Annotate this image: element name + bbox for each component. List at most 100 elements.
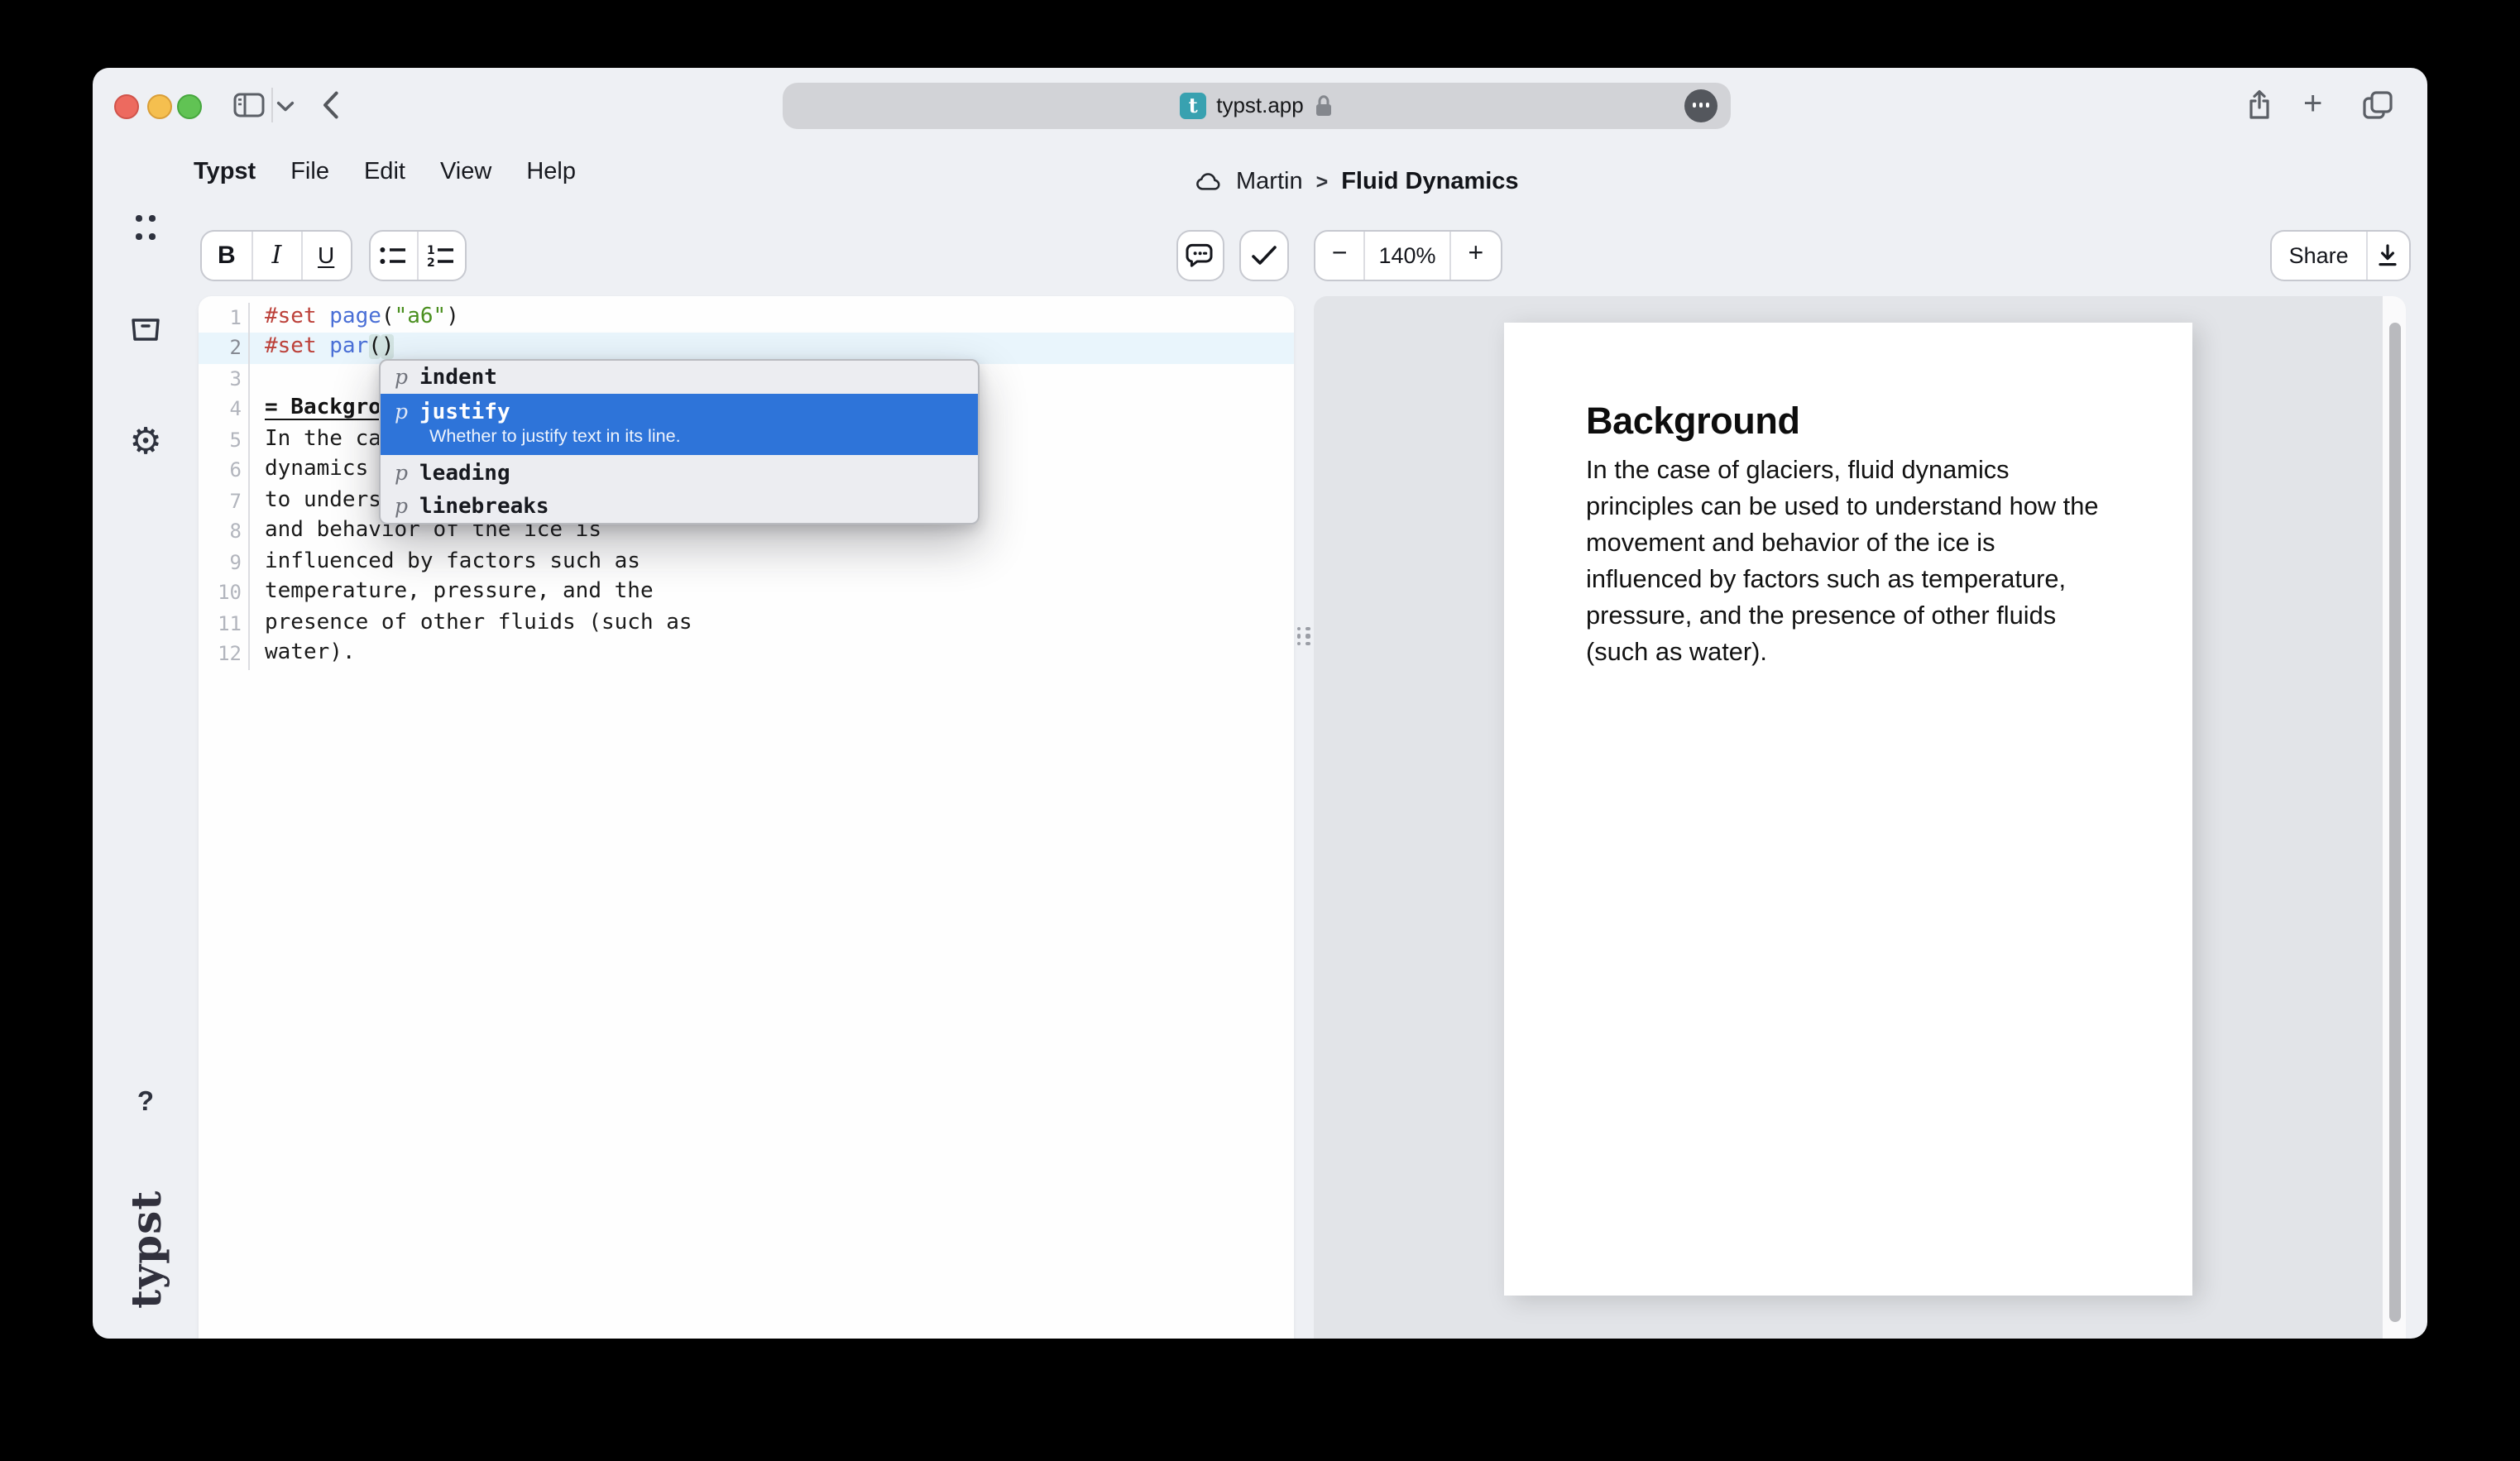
address-bar-more-button[interactable] (1684, 89, 1718, 122)
breadcrumb: Martin > Fluid Dynamics (1195, 165, 1519, 197)
autocomplete-item-leading[interactable]: p leading (380, 455, 977, 489)
line-number: 12 (199, 639, 250, 669)
code-line-text: water). (250, 639, 356, 669)
url-host: typst.app (1216, 93, 1304, 117)
preview-heading: Background (1586, 400, 2116, 443)
close-window-button[interactable] (114, 94, 139, 119)
autocomplete-item-justify[interactable]: pjustifyWhether to justify text in its l… (380, 394, 977, 455)
tabs-icon (2363, 91, 2393, 119)
code-line-text: influenced by factors such as (250, 547, 640, 577)
box-icon (131, 318, 160, 342)
tab-overview-button[interactable] (2363, 91, 2393, 119)
code-line-11[interactable]: 11presence of other fluids (such as (199, 608, 1293, 639)
app-menubar: Typst File Edit View Help (194, 156, 576, 189)
menu-view[interactable]: View (440, 159, 491, 185)
preview-scrollbar-thumb[interactable] (2388, 322, 2401, 1321)
sidebar-dropdown-button[interactable] (276, 100, 295, 112)
breadcrumb-document[interactable]: Fluid Dynamics (1341, 168, 1518, 194)
breadcrumb-workspace[interactable]: Martin (1236, 168, 1303, 194)
line-number: 3 (199, 363, 250, 394)
menu-file[interactable]: File (290, 159, 329, 185)
share-page-button[interactable] (2245, 89, 2273, 121)
autocomplete-dropdown: pindentpjustifyWhether to justify text i… (378, 358, 979, 525)
menu-typst[interactable]: Typst (194, 159, 256, 185)
code-line-9[interactable]: 9influenced by factors such as (199, 547, 1293, 577)
preview-page: Background In the case of glaciers, flui… (1504, 322, 2192, 1296)
italic-button[interactable]: I (252, 231, 301, 279)
code-line-12[interactable]: 12water). (199, 639, 1293, 669)
sidebar-toggle-button[interactable] (233, 93, 265, 117)
line-number: 8 (199, 516, 250, 547)
settings-button[interactable]: ⚙ (126, 422, 165, 465)
cloud-icon (1195, 170, 1223, 192)
preview-panel: Background In the case of glaciers, flui… (1313, 295, 2406, 1339)
typst-logo: typst (122, 1186, 169, 1309)
underline-button[interactable]: U (300, 231, 350, 279)
svg-text:1: 1 (427, 244, 435, 256)
parameter-icon: p (395, 459, 408, 484)
code-line-text: #set page("a6") (250, 302, 459, 333)
autocomplete-item-linebreaks[interactable]: p linebreaks (380, 489, 977, 523)
chevron-down-icon (276, 100, 295, 112)
bullet-list-button[interactable] (370, 231, 416, 279)
back-button[interactable] (323, 91, 339, 119)
sidebar-toggle-icon (233, 93, 265, 117)
bullet-list-icon (379, 244, 407, 266)
line-number: 10 (199, 577, 250, 608)
lock-icon (1314, 93, 1334, 117)
autocomplete-item-indent[interactable]: pindent (380, 360, 977, 394)
line-number: 1 (199, 302, 250, 333)
safari-window: t typst.app + (93, 68, 2427, 1339)
share-document-button[interactable]: Share (2272, 231, 2365, 279)
bold-button[interactable]: B (202, 231, 252, 279)
code-line-10[interactable]: 10temperature, pressure, and the (199, 577, 1293, 608)
parameter-icon: p (395, 364, 408, 389)
zoom-in-button[interactable]: + (1449, 231, 1501, 279)
dashboard-button[interactable] (136, 215, 156, 240)
numbered-list-button[interactable]: 1 2 (416, 231, 464, 279)
code-line-1[interactable]: 1#set page("a6") (199, 302, 1293, 333)
autocomplete-label: justify (419, 400, 510, 425)
menu-help[interactable]: Help (526, 159, 576, 185)
code-line-text: #set par() (250, 333, 395, 363)
numbered-list-icon: 1 2 (427, 244, 455, 266)
line-number: 11 (199, 608, 250, 639)
menu-edit[interactable]: Edit (364, 159, 405, 185)
parameter-icon: p (395, 493, 408, 518)
screenshot-canvas: t typst.app + (0, 0, 2520, 1461)
comment-icon (1186, 242, 1215, 267)
code-line-text: presence of other fluids (such as (250, 608, 692, 639)
files-button[interactable] (131, 318, 160, 342)
share-icon (2245, 89, 2273, 121)
new-tab-button[interactable]: + (2303, 91, 2322, 119)
dots-grid-icon (136, 215, 141, 221)
line-number: 2 (199, 333, 250, 363)
line-number: 9 (199, 547, 250, 577)
line-number: 4 (199, 394, 250, 424)
address-bar[interactable]: t typst.app (783, 82, 1731, 128)
zoom-out-button[interactable]: − (1315, 231, 1363, 279)
line-number: 6 (199, 455, 250, 486)
autocomplete-description: Whether to justify text in its line. (429, 427, 962, 447)
breadcrumb-separator: > (1316, 170, 1329, 193)
text-format-group: B I U (200, 229, 352, 280)
pane-resize-handle[interactable] (1296, 625, 1310, 647)
checkmark-icon (1251, 244, 1277, 266)
autocomplete-label: linebreaks (419, 495, 549, 520)
download-button[interactable] (2365, 231, 2409, 279)
browser-titlebar: t typst.app + (93, 68, 2427, 142)
zoom-level-value[interactable]: 140% (1363, 231, 1449, 279)
preview-scrollbar-track[interactable] (2383, 295, 2406, 1339)
approve-button[interactable] (1239, 229, 1288, 280)
minimize-window-button[interactable] (146, 94, 171, 119)
line-number: 7 (199, 486, 250, 516)
comment-button[interactable] (1176, 229, 1224, 280)
site-favicon: t (1180, 92, 1206, 118)
autocomplete-label: leading (419, 461, 510, 486)
help-button[interactable]: ? (132, 1087, 159, 1120)
zoom-window-button[interactable] (177, 94, 202, 119)
code-line-text: temperature, pressure, and the (250, 577, 654, 608)
gear-icon: ⚙ (129, 422, 161, 463)
autocomplete-label: indent (419, 366, 497, 390)
zoom-control-group: − 140% + (1314, 229, 1502, 280)
